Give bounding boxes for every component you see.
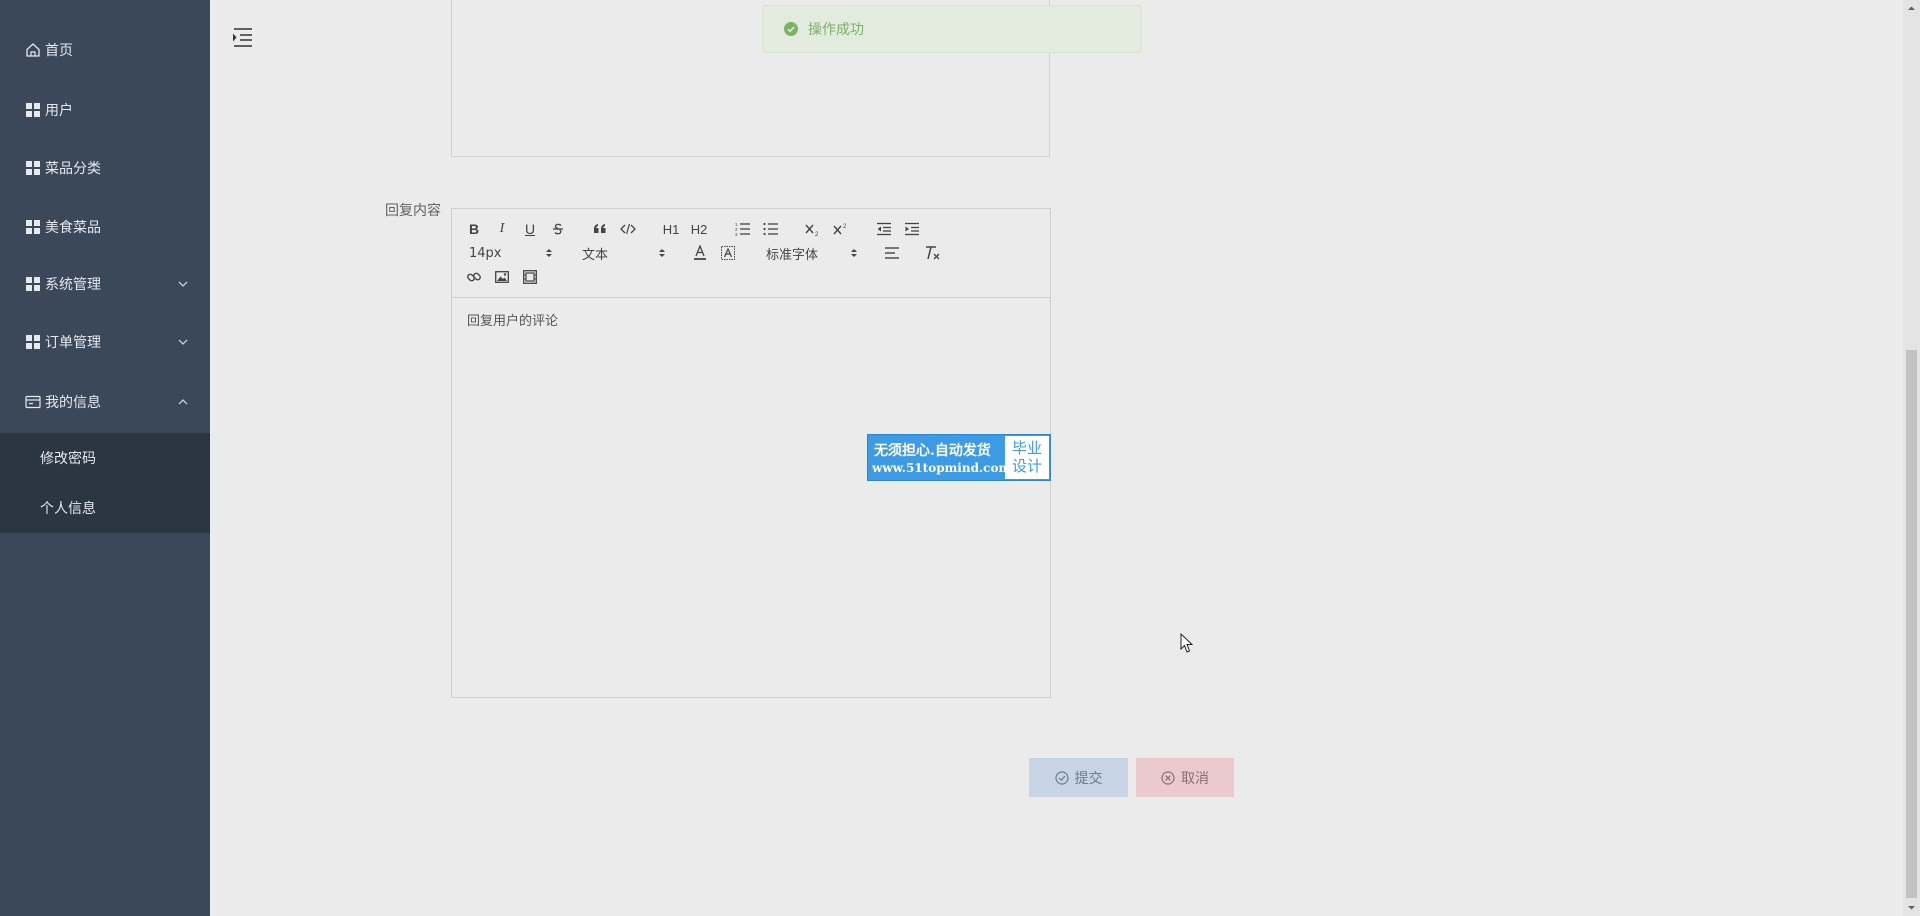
sidebar-item-label: 系统管理 (45, 277, 101, 293)
close-circle-icon (1161, 770, 1175, 785)
cancel-button-label: 取消 (1181, 770, 1209, 787)
watermark-logo: 无须担心.自动发货 www.51topmind.com 毕业 设计 (867, 434, 1051, 481)
font-size-select[interactable]: 14px (469, 243, 553, 263)
italic-label: I (499, 221, 505, 236)
link-icon[interactable] (466, 267, 482, 287)
toast-message: 操作成功 (808, 22, 864, 38)
video-icon[interactable] (522, 267, 538, 287)
home-icon (24, 42, 41, 59)
cancel-button[interactable]: 取消 (1136, 758, 1234, 797)
submenu-item-change-password[interactable]: 修改密码 (0, 433, 210, 483)
scrollbar-thumb[interactable] (1906, 350, 1917, 898)
svg-text:3: 3 (735, 232, 738, 236)
grid-icon (24, 219, 41, 236)
sidebar-item-system[interactable]: 系统管理 (0, 256, 210, 312)
bold-label: B (468, 221, 480, 237)
align-icon[interactable] (883, 243, 901, 263)
watermark-text: 无须担心.自动发货 www.51topmind.com (868, 435, 1011, 480)
success-check-icon (784, 22, 798, 36)
scroll-down-arrow-icon[interactable] (1903, 899, 1920, 916)
submenu-my-info: 修改密码 个人信息 (0, 433, 210, 533)
sidebar-item-label: 美食菜品 (45, 220, 101, 236)
sidebar-item-dish-category[interactable]: 菜品分类 (0, 140, 210, 196)
ordered-list-icon[interactable]: 123 (734, 219, 752, 239)
strike-icon[interactable] (550, 219, 566, 239)
h1-icon[interactable]: H1 (661, 219, 681, 239)
editor-content-area[interactable]: 回复用户的评论 (452, 298, 1050, 697)
font-family-value: 标准字体 (766, 247, 819, 263)
subscript-icon[interactable]: 2 (804, 219, 822, 239)
bold-icon[interactable]: B (466, 219, 482, 239)
header-select[interactable]: 文本 (582, 243, 666, 263)
watermark-badge: 毕业 设计 (1005, 436, 1049, 479)
font-color-icon[interactable] (692, 243, 708, 263)
superscript-icon[interactable]: 2 (832, 219, 850, 239)
select-arrows-icon (659, 249, 665, 257)
italic-icon[interactable]: I (494, 219, 510, 239)
scroll-up-arrow-icon[interactable] (1903, 0, 1920, 17)
watermark-line1: 无须担心.自动发货 (874, 443, 991, 459)
underline-icon[interactable]: U (522, 219, 538, 239)
sidebar-item-my-info[interactable]: 我的信息 (0, 374, 210, 430)
page-scrollbar[interactable] (1903, 0, 1920, 916)
chevron-down-icon (177, 278, 189, 290)
svg-text:2: 2 (843, 224, 847, 230)
select-arrows-icon (546, 249, 552, 257)
editor-placeholder: 回复用户的评论 (467, 314, 559, 329)
submenu-item-personal-info[interactable]: 个人信息 (0, 483, 210, 533)
h2-icon[interactable]: H2 (689, 219, 709, 239)
watermark-line2: www.51topmind.com (872, 461, 1012, 475)
success-toast: 操作成功 (762, 5, 1142, 53)
submit-button[interactable]: 提交 (1029, 758, 1128, 797)
sidebar-item-label: 用户 (45, 103, 73, 119)
outdent-icon[interactable] (875, 219, 893, 239)
submenu-item-label: 个人信息 (40, 501, 96, 517)
background-color-icon[interactable] (720, 243, 736, 263)
sidebar-item-orders[interactable]: 订单管理 (0, 314, 210, 370)
check-circle-icon (1054, 770, 1069, 785)
reply-content-label: 回复内容 (385, 203, 441, 219)
submit-button-label: 提交 (1074, 770, 1103, 787)
sidebar-item-label: 我的信息 (45, 395, 101, 411)
editor-toolbar: B I U H1 H2 123 2 2 14px 文本 标准字体 (452, 209, 1050, 298)
font-size-value: 14px (469, 245, 502, 261)
svg-text:2: 2 (815, 232, 819, 236)
bullet-list-icon[interactable] (762, 219, 780, 239)
submenu-item-label: 修改密码 (40, 451, 96, 467)
grid-icon (24, 334, 41, 351)
code-block-icon[interactable] (620, 219, 636, 239)
clear-format-icon[interactable] (924, 243, 942, 263)
sidebar: 首页 用户 菜品分类 美食菜品 系统管理 订单管理 我的信息 修改密码 个人信息 (0, 0, 210, 916)
sidebar-item-label: 订单管理 (45, 335, 101, 351)
image-icon[interactable] (494, 267, 510, 287)
sidebar-item-home[interactable]: 首页 (0, 22, 210, 78)
grid-icon (24, 102, 41, 119)
indent-icon[interactable] (903, 219, 921, 239)
underline-label: U (524, 221, 536, 237)
blockquote-icon[interactable] (592, 219, 608, 239)
sidebar-item-label: 首页 (45, 43, 73, 59)
collapse-menu-icon[interactable] (230, 26, 254, 48)
sidebar-item-users[interactable]: 用户 (0, 82, 210, 138)
sidebar-item-dishes[interactable]: 美食菜品 (0, 199, 210, 255)
h2-label: H2 (690, 221, 708, 237)
mouse-pointer-icon (1180, 632, 1194, 654)
chevron-down-icon (177, 336, 189, 348)
card-icon (24, 394, 41, 411)
h1-label: H1 (662, 221, 680, 237)
font-family-select[interactable]: 标准字体 (766, 243, 858, 263)
chevron-up-icon (177, 396, 189, 408)
grid-icon (24, 160, 41, 177)
grid-icon (24, 276, 41, 293)
sidebar-item-label: 菜品分类 (45, 161, 101, 177)
header-select-value: 文本 (582, 247, 609, 263)
select-arrows-icon (851, 249, 857, 257)
